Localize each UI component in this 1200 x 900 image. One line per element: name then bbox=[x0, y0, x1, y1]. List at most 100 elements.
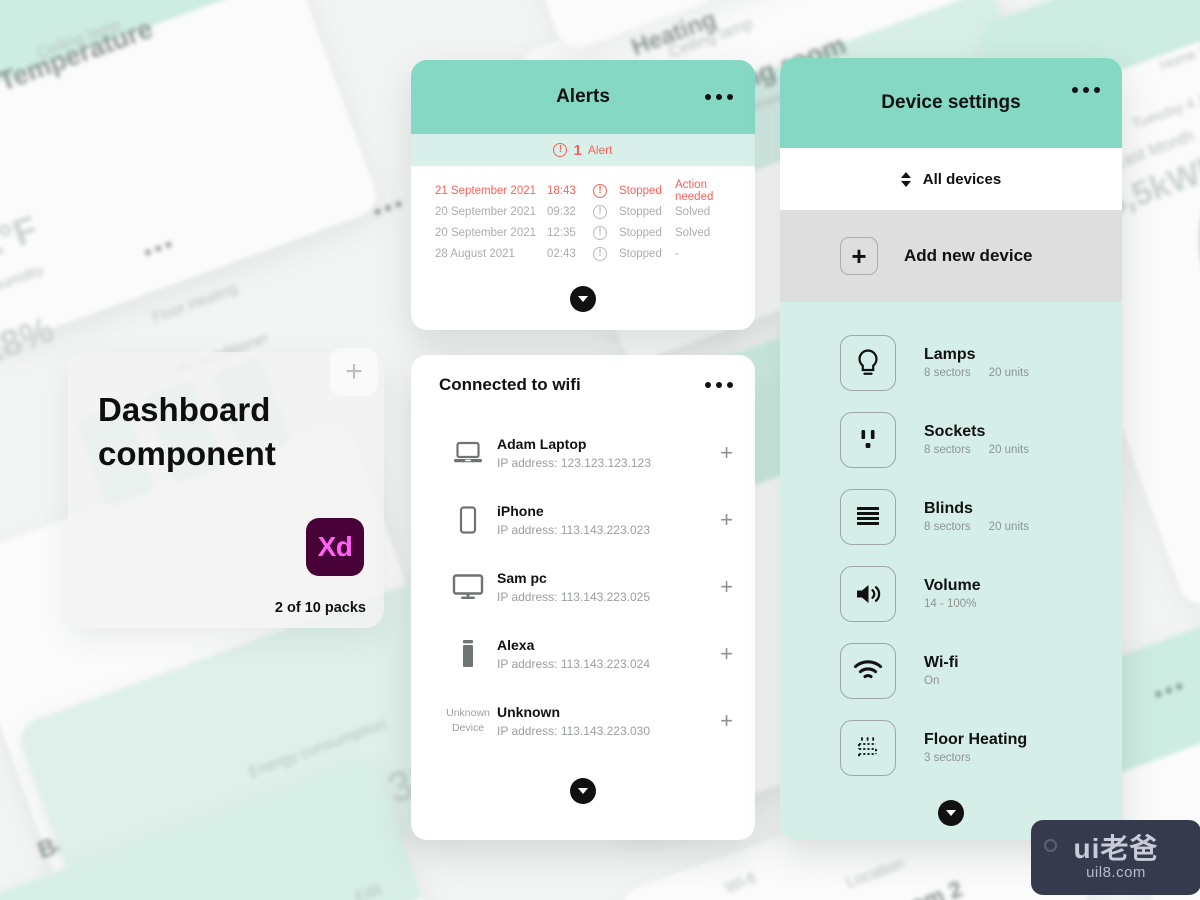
alert-circle-icon bbox=[593, 246, 619, 261]
list-item[interactable]: iPhone IP address: 113.143.223.023 + bbox=[411, 486, 755, 553]
plus-icon[interactable]: + bbox=[720, 575, 733, 598]
unknown-device-label: Unknown Device bbox=[446, 707, 490, 734]
device-meta: 8 sectors 20 units bbox=[924, 444, 1029, 456]
alert-resolution: Action needed bbox=[675, 178, 714, 203]
device-sectors: 8 sectors bbox=[924, 367, 971, 379]
device-info: iPhone IP address: 113.143.223.023 bbox=[497, 503, 720, 537]
list-item[interactable]: Lamps 8 sectors 20 units bbox=[780, 324, 1122, 401]
device-name: Sam pc bbox=[497, 569, 547, 586]
device-name: Blinds bbox=[924, 500, 973, 517]
volume-icon bbox=[840, 565, 896, 622]
device-name: Sockets bbox=[924, 423, 986, 440]
device-ip: IP address: 113.143.223.023 bbox=[497, 522, 651, 537]
list-item[interactable]: Sockets 8 sectors 20 units bbox=[780, 401, 1122, 478]
device-settings-list: Lamps 8 sectors 20 units Sockets 8 secto… bbox=[780, 302, 1122, 840]
all-devices-filter[interactable]: All devices bbox=[780, 148, 1122, 210]
alert-time: 02:43 bbox=[547, 247, 576, 260]
alert-status: Stopped bbox=[619, 184, 662, 197]
alert-status: Stopped bbox=[619, 247, 662, 260]
device-name: Volume bbox=[924, 577, 981, 594]
plus-icon: + bbox=[840, 237, 878, 275]
alert-date: 20 September 2021 bbox=[435, 226, 537, 239]
unknown-device-icon: Unknown Device bbox=[439, 706, 497, 734]
list-item[interactable]: Wi-fi On bbox=[780, 632, 1122, 709]
promo-title-line1: Dashboard bbox=[98, 391, 271, 428]
alert-resolution: Solved bbox=[675, 226, 711, 239]
device-units: 20 units bbox=[988, 521, 1029, 533]
table-row[interactable]: 21 September 2021 18:43 Stopped Action n… bbox=[435, 178, 733, 203]
device-sectors: 14 - 100% bbox=[924, 598, 977, 610]
circle-icon bbox=[1044, 839, 1057, 852]
list-item[interactable]: Sam pc IP address: 113.143.223.025 + bbox=[411, 553, 755, 620]
alert-status: Stopped bbox=[619, 205, 662, 218]
alert-circle-icon bbox=[593, 225, 619, 240]
alert-status: Stopped bbox=[619, 226, 662, 239]
device-ip: IP address: 113.143.223.024 bbox=[497, 656, 651, 671]
device-settings-card: Device settings All devices + Add new de… bbox=[780, 58, 1122, 840]
device-info: Alexa IP address: 113.143.223.024 bbox=[497, 637, 720, 671]
wifi-icon bbox=[840, 642, 896, 699]
plus-icon[interactable]: + bbox=[720, 709, 733, 732]
device-text: Wi-fi On bbox=[924, 654, 959, 687]
promo-title-line2: component bbox=[98, 434, 276, 472]
device-meta: On bbox=[924, 675, 959, 687]
all-devices-label: All devices bbox=[922, 170, 1002, 188]
device-settings-title: Device settings bbox=[881, 92, 1021, 113]
alert-date: 21 September 2021 bbox=[435, 184, 537, 197]
device-text: Floor Heating 3 sectors bbox=[924, 731, 1027, 764]
chevron-down-icon[interactable] bbox=[570, 778, 596, 804]
plus-icon[interactable]: + bbox=[720, 642, 733, 665]
page-title: Dashboard component bbox=[98, 388, 276, 475]
device-sectors: 8 sectors bbox=[924, 444, 971, 456]
watermark-badge: ui老爸 uil8.com bbox=[1031, 820, 1200, 895]
screenshot-root: Ceiling lamp Temperature 72°F Humidity 2… bbox=[0, 0, 1200, 900]
plus-icon[interactable]: + bbox=[720, 441, 733, 464]
alert-resolution: Solved bbox=[675, 205, 711, 218]
device-info: Unknown IP address: 113.143.223.030 bbox=[497, 704, 720, 738]
floor-heating-icon bbox=[840, 719, 896, 776]
table-row[interactable]: 28 August 2021 02:43 Stopped - bbox=[435, 243, 733, 264]
list-item[interactable]: Alexa IP address: 113.143.223.024 + bbox=[411, 620, 755, 687]
alert-date: 28 August 2021 bbox=[435, 247, 515, 260]
device-name: Lamps bbox=[924, 346, 976, 363]
device-name: Unknown bbox=[497, 703, 560, 720]
device-sectors: 3 sectors bbox=[924, 752, 971, 764]
list-item[interactable]: Volume 14 - 100% bbox=[780, 555, 1122, 632]
more-options-icon[interactable] bbox=[1072, 87, 1100, 93]
more-options-icon[interactable] bbox=[705, 94, 733, 100]
device-sectors: 8 sectors bbox=[924, 521, 971, 533]
connected-wifi-card: Connected to wifi Adam Laptop IP address… bbox=[411, 355, 755, 840]
list-item[interactable]: Unknown Device Unknown IP address: 113.1… bbox=[411, 687, 755, 754]
blinds-icon bbox=[840, 488, 896, 545]
list-item[interactable]: Adam Laptop IP address: 123.123.123.123 … bbox=[411, 419, 755, 486]
alert-circle-icon bbox=[593, 183, 619, 198]
alerts-expand-wrap bbox=[411, 286, 755, 312]
add-new-device-label: Add new device bbox=[904, 246, 1033, 265]
wifi-card-header: Connected to wifi bbox=[411, 355, 755, 415]
device-text: Blinds 8 sectors 20 units bbox=[924, 500, 1029, 533]
device-meta: 3 sectors bbox=[924, 752, 1027, 764]
alert-resolution: - bbox=[675, 247, 679, 260]
device-info: Sam pc IP address: 113.143.223.025 bbox=[497, 570, 720, 604]
alerts-title: Alerts bbox=[556, 86, 610, 107]
alert-circle-icon bbox=[593, 204, 619, 219]
alerts-card: Alerts 1 Alert 21 September 2021 18:43 S… bbox=[411, 60, 755, 330]
device-text: Volume 14 - 100% bbox=[924, 577, 994, 610]
plus-icon[interactable]: + bbox=[720, 508, 733, 531]
watermark-logo: ui老爸 bbox=[1073, 832, 1159, 864]
alert-count: 1 bbox=[573, 141, 582, 159]
more-options-icon[interactable] bbox=[705, 382, 733, 388]
plus-icon: + bbox=[330, 348, 378, 396]
add-new-device-button[interactable]: + Add new device bbox=[780, 210, 1122, 302]
packs-count: 2 of 10 packs bbox=[274, 600, 366, 616]
table-row[interactable]: 20 September 2021 09:32 Stopped Solved bbox=[435, 201, 733, 222]
chevron-down-icon[interactable] bbox=[570, 286, 596, 312]
table-row[interactable]: 20 September 2021 12:35 Stopped Solved bbox=[435, 222, 733, 243]
alert-time: 18:43 bbox=[547, 184, 576, 197]
alert-circle-icon bbox=[553, 143, 568, 157]
device-ip: IP address: 123.123.123.123 bbox=[497, 455, 651, 470]
list-item[interactable]: Blinds 8 sectors 20 units bbox=[780, 478, 1122, 555]
list-item[interactable]: Floor Heating 3 sectors bbox=[780, 709, 1122, 786]
lightbulb-icon bbox=[840, 334, 896, 391]
chevron-down-icon[interactable] bbox=[938, 800, 964, 826]
